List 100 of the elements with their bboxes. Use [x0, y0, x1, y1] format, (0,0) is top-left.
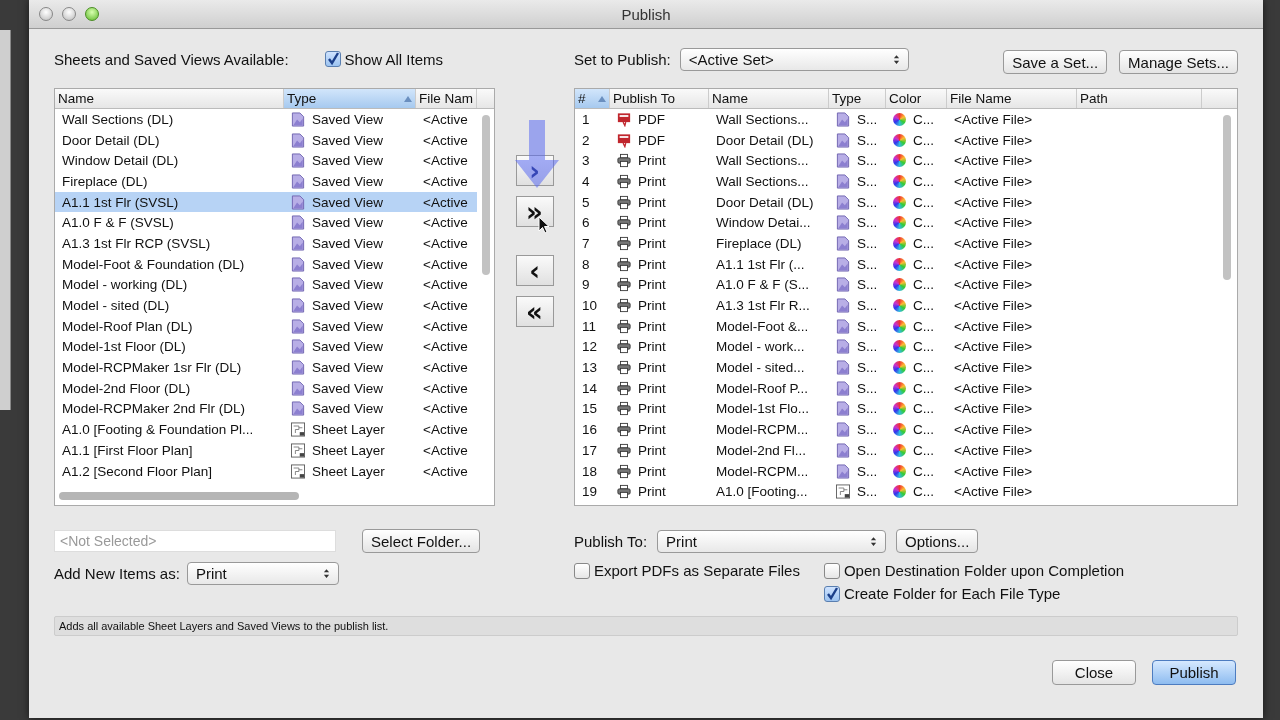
scrollbar-thumb[interactable] — [59, 492, 299, 500]
column-header[interactable]: Publish To — [610, 89, 709, 108]
item-name: Model-RCPM... — [716, 422, 809, 438]
select-folder-button[interactable]: Select Folder... — [362, 529, 481, 553]
checkbox[interactable] — [574, 562, 590, 579]
column-header[interactable]: Path — [1077, 89, 1202, 108]
list-row[interactable]: Fireplace (DL) Saved View <Active — [55, 171, 494, 192]
row-number: 17 — [582, 442, 598, 458]
list-row[interactable]: A1.1 1st Flr (SVSL) Saved View <Active — [55, 191, 477, 213]
scrollbar-thumb[interactable] — [482, 115, 490, 275]
document-icon — [836, 132, 850, 148]
list-row[interactable]: A1.2 [Second Floor Plan] Sheet Layer <Active — [55, 460, 494, 482]
document-icon — [291, 256, 305, 272]
document-icon — [836, 380, 850, 396]
list-row[interactable]: A1.0 [Footing & Foundation Pl... Sheet Layer <Active — [55, 419, 494, 440]
list-row[interactable]: Window Detail (DL) Saved View <Active — [55, 150, 494, 172]
column-header[interactable]: Color — [886, 89, 947, 108]
item-type: S... — [857, 401, 878, 417]
transfer-button[interactable]: « — [515, 296, 554, 327]
publish-target: Print — [638, 339, 666, 355]
dialog-button[interactable]: Close — [1052, 660, 1136, 685]
color-wheel-icon — [893, 423, 906, 437]
file-name: <Active — [423, 256, 468, 272]
printer-icon — [617, 463, 631, 479]
column-header[interactable]: Name — [709, 89, 829, 108]
checkbox-label: Create Folder for Each File Type — [843, 585, 1061, 602]
set-button[interactable]: Save a Set... — [1003, 50, 1108, 74]
item-type: Saved View — [312, 256, 384, 272]
column-header[interactable]: File Name — [947, 89, 1077, 108]
item-type: S... — [857, 194, 878, 210]
list-row[interactable]: Model-Roof Plan (DL) Saved View <Active — [55, 315, 494, 337]
item-name: A1.2 [Second Floor Plan] — [62, 463, 213, 479]
publish-target: Print — [638, 215, 666, 231]
color-wheel-icon — [893, 443, 906, 457]
list-row[interactable]: Door Detail (DL) Saved View <Active — [55, 129, 494, 151]
folder-field[interactable]: <Not Selected> — [54, 530, 336, 552]
add-new-popup[interactable]: Print — [186, 562, 339, 585]
sheet-icon — [291, 422, 305, 438]
publish-target: Print — [638, 401, 666, 417]
publish-to-label: Publish To: — [574, 532, 648, 550]
file-name: <Active — [423, 463, 468, 479]
publish-to-popup[interactable]: Print — [657, 529, 887, 553]
item-type: Sheet Layer — [312, 463, 385, 479]
item-name: Window Detai... — [716, 215, 811, 231]
transfer-button[interactable]: » — [515, 196, 554, 227]
item-type: S... — [857, 422, 878, 438]
document-icon — [291, 111, 305, 127]
zoom-button[interactable] — [85, 7, 99, 21]
dialog-button[interactable]: Publish — [1152, 660, 1236, 685]
arrow-overlay — [513, 120, 561, 190]
minimize-button[interactable] — [62, 7, 76, 21]
set-popup[interactable]: <Active Set> — [679, 47, 909, 71]
checkbox[interactable] — [823, 562, 840, 579]
column-header[interactable]: Type — [284, 89, 416, 108]
printer-icon — [617, 442, 631, 458]
file-name: <Active — [423, 380, 468, 396]
publish-target: Print — [638, 153, 666, 169]
transfer-button[interactable]: ‹ — [515, 255, 554, 286]
item-name: Model-2nd Floor (DL) — [62, 380, 191, 396]
column-header[interactable]: Type — [829, 89, 886, 108]
updown-icon — [892, 53, 900, 65]
options-button[interactable]: Options... — [896, 529, 979, 553]
list-row[interactable]: Model-RCPMaker 2nd Flr (DL) Saved View <Active — [55, 398, 494, 420]
color-wheel-icon — [893, 402, 906, 416]
item-type: S... — [857, 111, 878, 127]
list-row[interactable]: Model-1st Floor (DL) Saved View <Active — [55, 336, 494, 358]
list-row[interactable]: Wall Sections (DL) Saved View <Active — [55, 109, 494, 130]
list-row[interactable]: Model - sited (DL) Saved View <Active — [55, 295, 494, 316]
item-name: Model-Foot &... — [716, 318, 809, 334]
item-type: Saved View — [312, 277, 384, 293]
item-type: S... — [857, 484, 878, 500]
list-row[interactable]: Model-RCPMaker 1sr Flr (DL) Saved View <Active — [55, 357, 494, 378]
close-button[interactable] — [39, 7, 53, 21]
publish-target: Print — [638, 463, 666, 479]
set-button[interactable]: Manage Sets... — [1119, 50, 1238, 74]
scrollbar-thumb[interactable] — [1223, 115, 1231, 280]
item-type: S... — [857, 132, 878, 148]
list-row[interactable]: A1.3 1st Flr RCP (SVSL) Saved View <Active — [55, 233, 494, 254]
item-color: C... — [913, 298, 934, 314]
list-row[interactable]: Model - working (DL) Saved View <Active — [55, 274, 494, 296]
publish-target: Print — [638, 277, 666, 293]
file-name: <Active — [423, 339, 468, 355]
row-number: 1 — [582, 111, 590, 127]
column-header[interactable]: File Nam — [416, 89, 477, 108]
list-row[interactable]: A1.1 [First Floor Plan] Sheet Layer <Active — [55, 440, 494, 461]
list-row[interactable]: A1.0 F & F (SVSL) Saved View <Active — [55, 212, 494, 234]
color-wheel-icon — [893, 112, 906, 126]
list-row[interactable]: Model-Foot & Foundation (DL) Saved View <Active — [55, 253, 494, 275]
checkbox[interactable] — [823, 585, 840, 602]
item-name: Model - sited (DL) — [62, 298, 170, 314]
document-icon — [836, 153, 850, 169]
printer-icon — [617, 235, 631, 251]
item-type: S... — [857, 463, 878, 479]
file-name: <Active — [423, 132, 468, 148]
checkbox[interactable] — [324, 51, 341, 67]
row-number: 12 — [582, 339, 598, 355]
list-row[interactable]: Model-2nd Floor (DL) Saved View <Active — [55, 377, 494, 399]
column-header[interactable]: # — [575, 89, 610, 108]
item-color: C... — [913, 215, 934, 231]
item-type: Saved View — [312, 318, 384, 334]
